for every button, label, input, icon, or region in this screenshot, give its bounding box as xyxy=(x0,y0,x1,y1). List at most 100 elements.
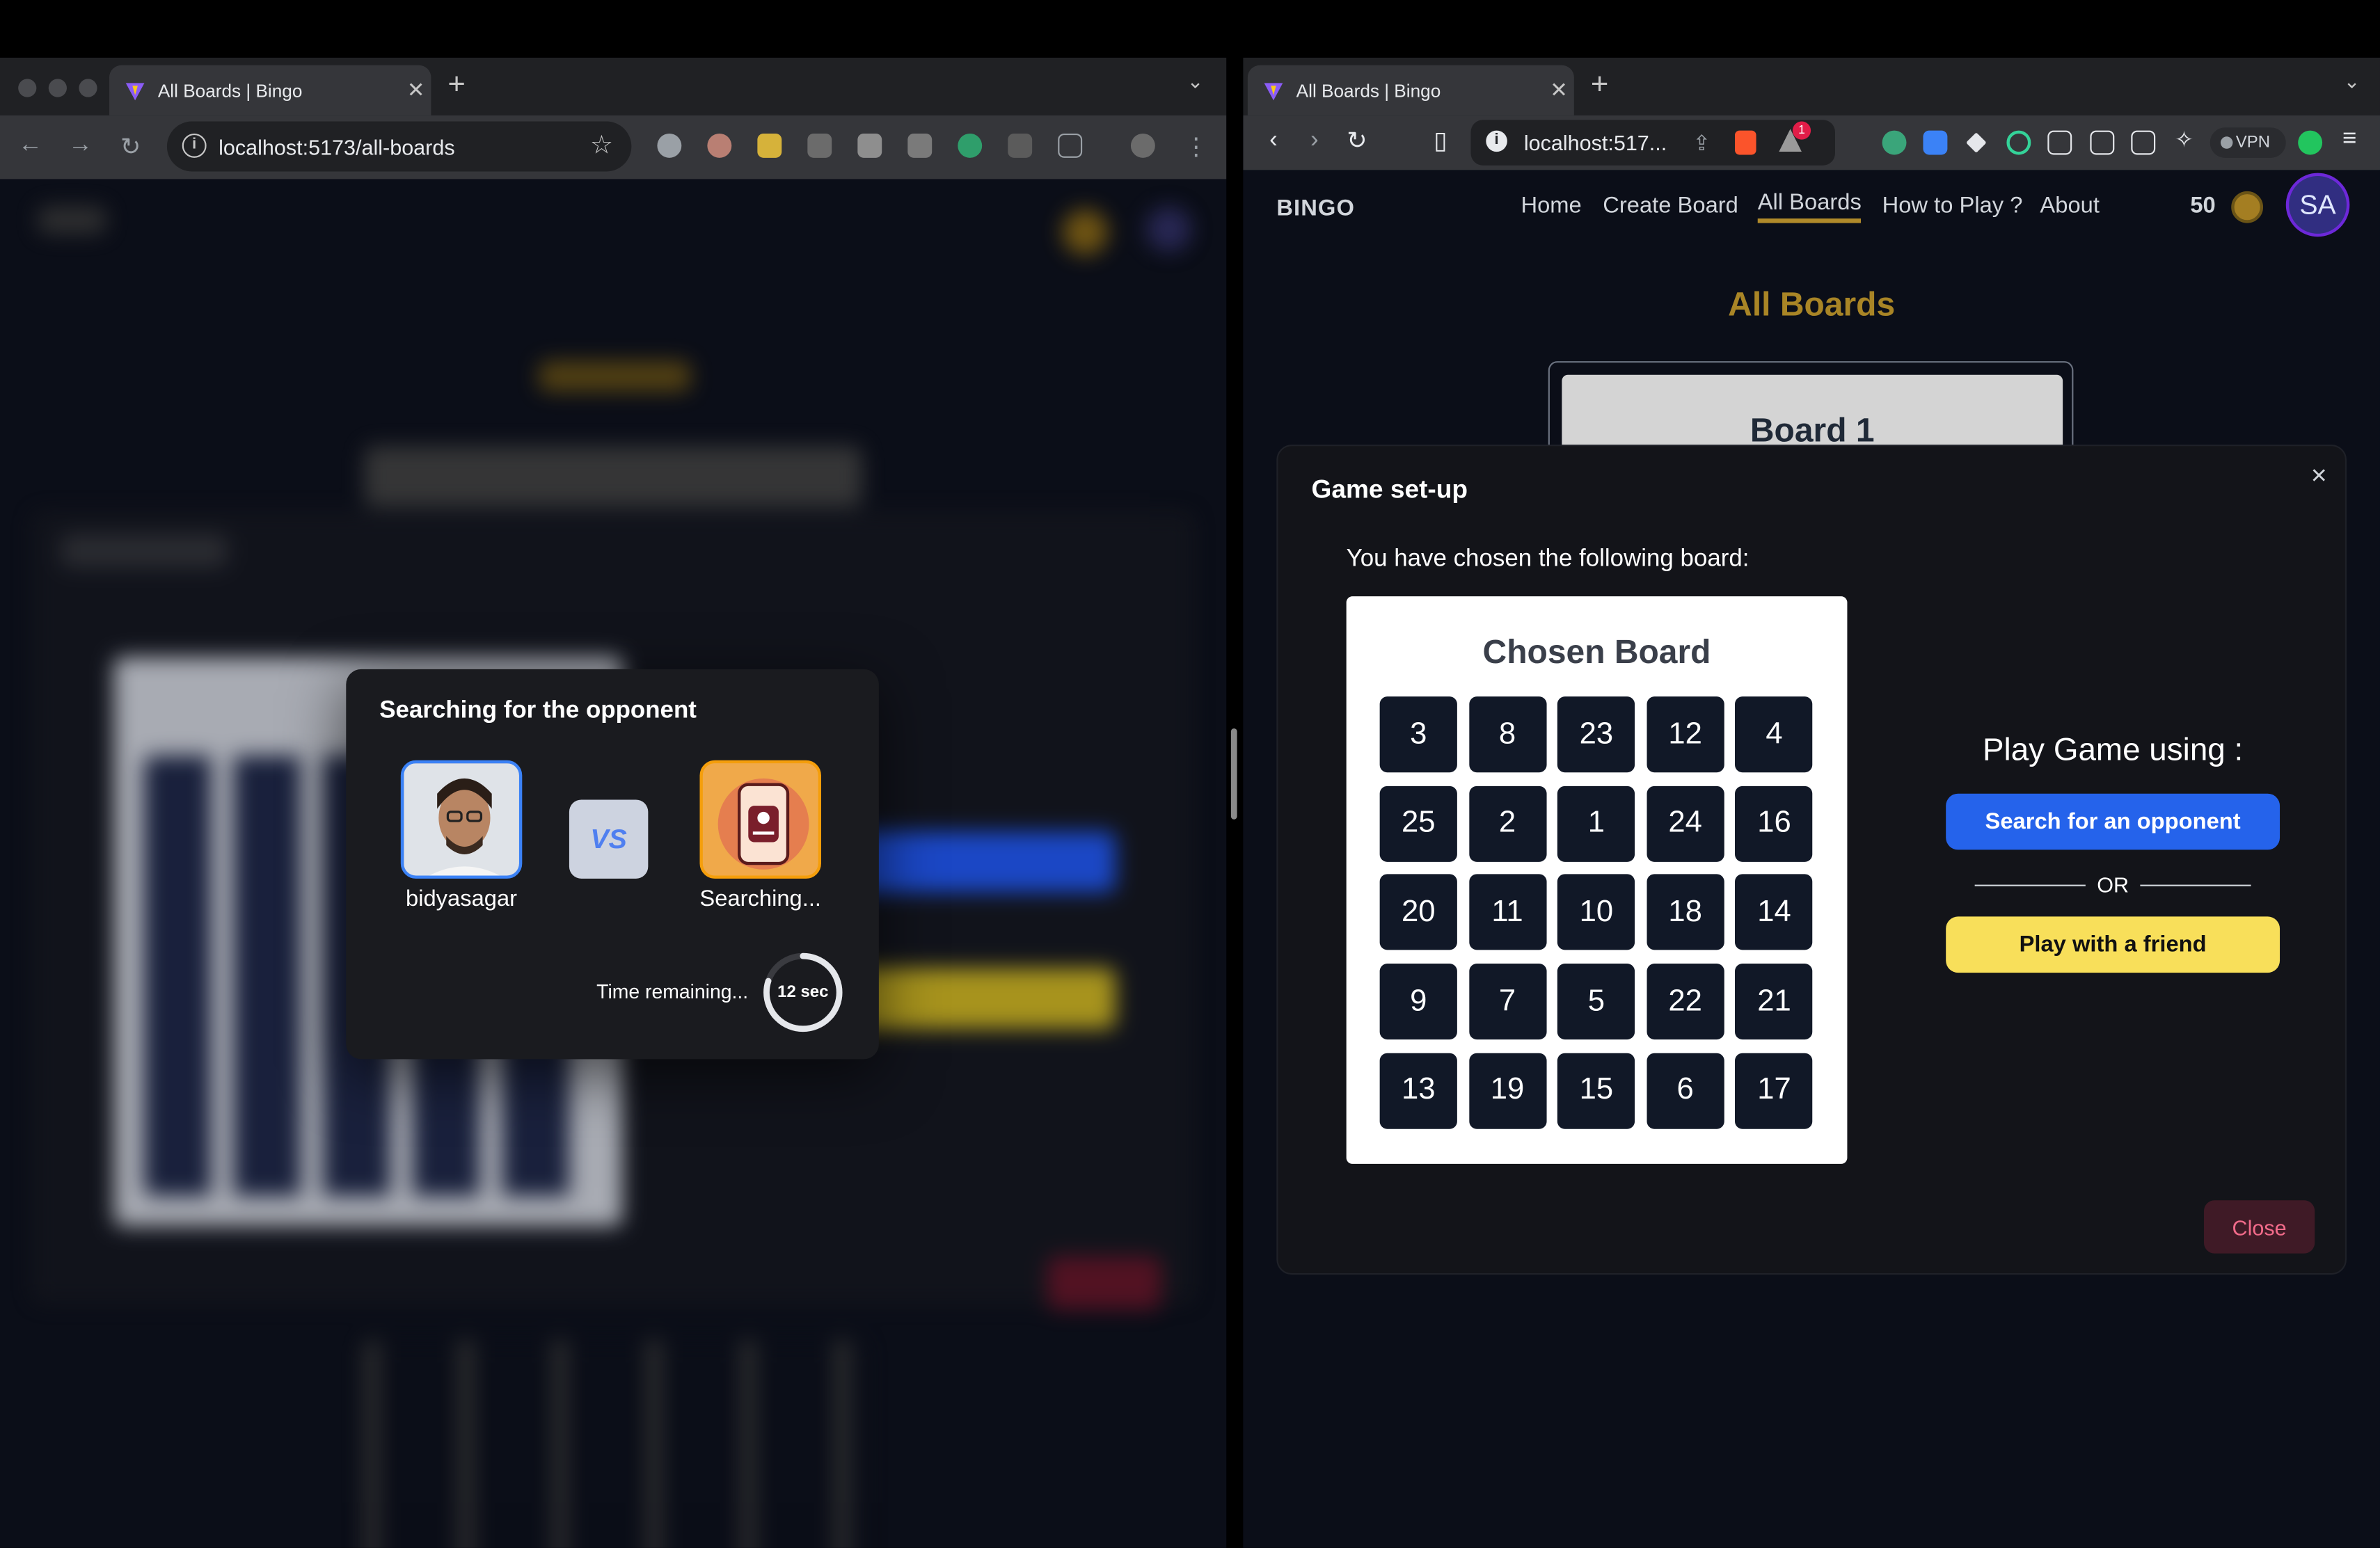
board-cell: 24 xyxy=(1647,785,1724,862)
bookmark-icon[interactable]: ▯ xyxy=(1425,126,1456,157)
close-tab-icon[interactable]: ✕ xyxy=(1544,77,1574,103)
board-cell: 15 xyxy=(1557,1053,1635,1129)
menu-kebab-icon[interactable]: ⋮ xyxy=(1181,132,1212,163)
forward-icon[interactable]: › xyxy=(1299,127,1330,154)
search-opponent-modal: Searching for the opponent bidyasagar VS xyxy=(346,669,879,1060)
bingo-navbar: BINGO Home Create Board All Boards How t… xyxy=(1243,170,2380,270)
left-tab-all-boards[interactable]: All Boards | Bingo ✕ xyxy=(109,65,431,115)
board-cell: 25 xyxy=(1379,785,1457,862)
search-modal-title: Searching for the opponent xyxy=(379,698,697,724)
board-cell: 20 xyxy=(1379,875,1457,951)
board-cell: 11 xyxy=(1468,875,1546,951)
extensions-puzzle-icon[interactable] xyxy=(1058,133,1083,158)
extension-icon[interactable] xyxy=(1882,130,1907,155)
page-title: All Boards xyxy=(1728,285,1896,324)
chosen-board: Chosen Board 3 8 23 12 4 25 2 1 24 16 20 11 10 18 14 9 7… xyxy=(1346,596,1848,1164)
forward-icon[interactable]: → xyxy=(65,132,96,159)
hamburger-menu-icon[interactable]: ≡ xyxy=(2335,126,2365,153)
reload-icon[interactable]: ↻ xyxy=(1342,126,1372,157)
vite-favicon-icon xyxy=(125,82,145,100)
right-tab-title: All Boards | Bingo xyxy=(1296,79,1441,102)
right-url-text: localhost:517... xyxy=(1523,130,1667,155)
left-browser-window: All Boards | Bingo ✕ + ⌄ ← → ↻ i localho… xyxy=(0,57,1227,1548)
extension-icon[interactable] xyxy=(757,133,782,158)
play-game-label: Play Game using : xyxy=(1982,733,2244,768)
left-address-bar[interactable]: i localhost:5173/all-boards ☆ xyxy=(166,121,632,172)
window-controls[interactable] xyxy=(18,79,97,97)
wallet-icon[interactable] xyxy=(2131,130,2156,155)
extension-icon[interactable] xyxy=(657,133,682,158)
tab-list-chevron-icon[interactable]: ⌄ xyxy=(2344,70,2361,94)
board-cell: 18 xyxy=(1647,875,1724,951)
play-with-friend-button[interactable]: Play with a friend xyxy=(1946,916,2280,973)
player-avatar xyxy=(400,760,523,879)
extension-icon[interactable] xyxy=(1008,133,1033,158)
versus-badge: VS xyxy=(569,799,649,879)
vpn-label: VPN xyxy=(2235,133,2271,152)
left-toolbar: ← → ↻ i localhost:5173/all-boards ☆ ⋮ xyxy=(0,115,1227,179)
time-remaining-label: Time remaining... xyxy=(596,980,749,1003)
profile-icon[interactable] xyxy=(1130,133,1155,158)
extension-icon[interactable] xyxy=(1923,130,1948,155)
extension-icon[interactable] xyxy=(2006,130,2031,155)
reload-icon[interactable]: ↻ xyxy=(116,132,146,163)
nav-how-to-play[interactable]: How to Play ? xyxy=(1882,193,2023,218)
timer-text: 12 sec xyxy=(777,983,829,1002)
extensions-puzzle-icon[interactable] xyxy=(2047,130,2072,155)
right-browser-window: All Boards | Bingo ✕ + ⌄ ‹ › ↻ ▯ i local… xyxy=(1243,57,2380,1548)
right-tab-all-boards[interactable]: All Boards | Bingo ✕ xyxy=(1247,65,1574,115)
close-tab-icon[interactable]: ✕ xyxy=(401,77,431,103)
color-picker-icon[interactable] xyxy=(1966,132,1987,153)
left-tab-bar: All Boards | Bingo ✕ + ⌄ xyxy=(0,57,1227,115)
countdown-timer: 12 sec xyxy=(762,952,844,1034)
back-icon[interactable]: ← xyxy=(15,132,46,159)
notification-badge: 1 xyxy=(1792,121,1811,140)
extension-icon[interactable] xyxy=(707,133,732,158)
user-avatar[interactable]: SA xyxy=(2285,173,2350,237)
nav-home[interactable]: Home xyxy=(1521,193,1581,218)
extension-icon[interactable] xyxy=(857,133,882,158)
divider-grip[interactable] xyxy=(1230,728,1237,820)
site-info-icon[interactable]: i xyxy=(1486,130,1507,152)
board-cell: 7 xyxy=(1468,964,1546,1040)
nav-all-boards[interactable]: All Boards xyxy=(1757,190,1862,223)
back-icon[interactable]: ‹ xyxy=(1258,127,1289,154)
player-name: bidyasagar xyxy=(406,886,518,912)
board-cell: 6 xyxy=(1647,1053,1724,1129)
close-button[interactable]: Close xyxy=(2203,1200,2315,1254)
extension-icon[interactable] xyxy=(907,133,933,158)
split-divider[interactable] xyxy=(1226,57,1244,1548)
board-cell: 23 xyxy=(1557,696,1635,773)
nav-create-board[interactable]: Create Board xyxy=(1603,193,1738,218)
board-cell: 9 xyxy=(1379,964,1457,1040)
close-icon[interactable]: × xyxy=(2311,460,2327,492)
site-info-icon[interactable]: i xyxy=(182,133,207,158)
left-tab-title: All Boards | Bingo xyxy=(157,79,303,102)
right-toolbar: ‹ › ↻ ▯ i localhost:517... ⇪ 1 ✧ VPN ≡ xyxy=(1243,115,2380,170)
brave-shield-icon[interactable] xyxy=(1735,130,1756,155)
extension-icon[interactable] xyxy=(807,133,832,158)
new-tab-icon[interactable]: + xyxy=(1591,68,1608,103)
new-tab-icon[interactable]: + xyxy=(447,68,465,103)
board-cell: 4 xyxy=(1735,696,1814,773)
bookmark-star-icon[interactable]: ☆ xyxy=(590,131,613,161)
vite-favicon-icon xyxy=(1264,82,1283,100)
chosen-board-title: Chosen Board xyxy=(1482,632,1711,671)
setup-modal-title: Game set-up xyxy=(1311,474,1468,504)
extension-icon[interactable] xyxy=(958,133,983,158)
tab-search-chevron-icon[interactable]: ⌄ xyxy=(1187,70,1204,94)
vpn-button[interactable]: VPN xyxy=(2210,127,2286,158)
board-cell: 5 xyxy=(1557,964,1635,1040)
sidebar-icon[interactable] xyxy=(2090,130,2115,155)
search-opponent-button[interactable]: Search for an opponent xyxy=(1946,793,2280,850)
profile-icon[interactable] xyxy=(2298,130,2323,155)
share-icon[interactable]: ⇪ xyxy=(1693,120,1711,165)
board-cell: 13 xyxy=(1379,1053,1457,1129)
board-cell: 10 xyxy=(1557,875,1635,951)
board-cell: 2 xyxy=(1468,785,1546,862)
nav-about[interactable]: About xyxy=(2040,193,2100,218)
bingo-logo[interactable]: BINGO xyxy=(1276,196,1355,221)
left-url-text: localhost:5173/all-boards xyxy=(219,134,455,159)
right-address-bar[interactable]: i localhost:517... ⇪ 1 xyxy=(1470,120,1835,166)
leo-ai-icon[interactable]: ✧ xyxy=(2172,128,2196,153)
